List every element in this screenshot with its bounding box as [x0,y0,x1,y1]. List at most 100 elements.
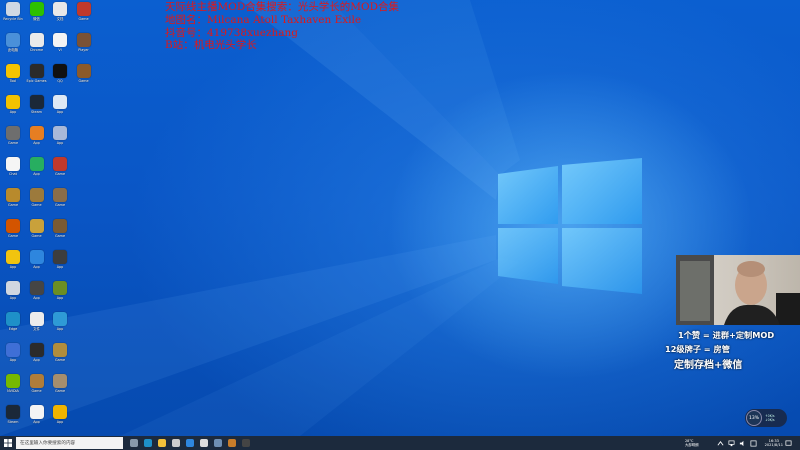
desktop-icon[interactable]: Game [1,219,25,249]
notification-icon[interactable] [785,440,792,447]
desktop-icon[interactable]: Game [25,219,49,249]
app-icon [6,2,20,16]
desktop-icon-label: App [33,358,40,362]
desktop-icon-label: NVIDIA [7,389,19,393]
desktop-icon[interactable]: Epic Games [25,64,49,94]
app-icon [29,405,44,419]
app-icon [53,64,67,78]
network-icon[interactable] [728,440,735,447]
desktop-icon[interactable]: Game [48,188,72,218]
desktop-icon[interactable]: Game [48,219,72,249]
desktop[interactable]: Recycle Bin 微信 文档 Game 此电脑 Chrome VI Player Tool… [0,0,800,436]
desktop-icon[interactable]: App [48,250,72,280]
desktop-icon[interactable]: App [25,343,49,373]
taskbar-search-input[interactable] [20,438,118,448]
desktop-icon[interactable]: Recycle Bin [1,2,25,32]
app-icon [53,312,67,326]
taskbar-app-app-blue[interactable] [183,436,197,450]
desktop-icon[interactable]: App [1,281,25,311]
desktop-icon[interactable]: Steam [25,95,49,125]
desktop-icon[interactable]: Game [1,188,25,218]
taskbar-app-steam[interactable] [197,436,211,450]
app-icon [29,250,44,264]
taskbar-app-task-view[interactable] [127,436,141,450]
desktop-icon[interactable]: Edge [1,312,25,342]
weather-widget[interactable]: 28°C 大部晴朗 [685,439,699,447]
promo-like-line: 1个赞 = 进群+定制MOD [678,330,775,340]
app-game-icon [228,439,236,447]
desktop-icon[interactable]: App [25,250,49,280]
desktop-icon[interactable]: Game [25,374,49,404]
desktop-icon[interactable]: Chrome [25,33,49,63]
desktop-icon[interactable]: App [25,281,49,311]
desktop-icon-label: Game [54,389,66,393]
taskbar-app-obs[interactable] [239,436,253,450]
desktop-icon[interactable]: Chat [1,157,25,187]
taskbar-search[interactable] [16,437,123,449]
app-icon [6,312,20,326]
taskbar-app-app-dark[interactable] [211,436,225,450]
desktop-icon-label: Game [7,141,19,145]
steam-icon [200,439,208,447]
taskbar-app-store[interactable] [169,436,183,450]
desktop-icon[interactable]: 微信 [25,2,49,32]
desktop-icon[interactable]: App [48,312,72,342]
desktop-icon[interactable]: Tool [1,64,25,94]
app-icon [6,343,20,357]
desktop-icon-label: Player [78,48,89,52]
desktop-icon[interactable]: Game [72,64,96,94]
app-icon [6,374,20,388]
desktop-icon[interactable]: App [48,95,72,125]
desktop-icon[interactable]: App [48,126,72,156]
stream-overlay-text: 天际线主播MOD合集搜索：光头学长的MOD合集 地图名：Milcana Atol… [165,1,399,52]
desktop-icon[interactable]: App [1,343,25,373]
overlay-douyin-id: 抖音号：419738xuezhang [165,26,299,39]
desktop-icon[interactable]: Player [72,33,96,63]
app-icon [53,33,67,47]
desktop-icon-label: 文档 [56,17,64,21]
desktop-icon[interactable]: VI [48,33,72,63]
chevron-up-icon[interactable] [717,440,724,447]
taskbar-app-app-game[interactable] [225,436,239,450]
desktop-icon[interactable]: Game [48,343,72,373]
desktop-icon[interactable]: App [1,95,25,125]
desktop-icon-label: Tool [9,79,17,83]
desktop-icon-label: App [56,110,64,114]
system-tray: 28°C 大部晴朗 16:33 2021/8/11 [685,436,800,450]
overlay-map-name: 地图名：Milcana Atoll Taxhaven Exile [165,13,362,26]
desktop-icon-label: App [9,358,17,362]
desktop-icon[interactable]: App [25,126,49,156]
desktop-icon[interactable]: App [25,157,49,187]
app-icon [6,405,20,419]
taskbar-app-edge[interactable] [141,436,155,450]
app-icon [53,95,67,109]
app-icon [53,281,67,295]
desktop-icon[interactable]: Game [72,2,96,32]
desktop-icon[interactable]: App [1,250,25,280]
app-icon [6,250,20,264]
desktop-icon[interactable]: App [48,281,72,311]
desktop-icon[interactable]: 此电脑 [1,33,25,63]
network-speed-widget[interactable]: 13% ↑0K/s ↓0K/s [745,409,787,427]
taskbar-clock[interactable]: 16:33 2021/8/11 [765,439,783,447]
desktop-icon[interactable]: Steam [1,405,25,435]
desktop-icon-label: Chrome [29,48,44,52]
desktop-icon[interactable]: Game [48,374,72,404]
desktop-icon[interactable]: 文件 [25,312,49,342]
taskbar-app-file-explorer[interactable] [155,436,169,450]
desktop-icon[interactable]: Game [1,126,25,156]
start-button[interactable] [0,436,16,450]
desktop-icon[interactable]: Game [25,188,49,218]
input-method-icon[interactable] [750,440,757,447]
desktop-icon-label: App [9,265,17,269]
volume-icon[interactable] [739,440,746,447]
app-icon [29,33,44,47]
desktop-icon[interactable]: App [48,405,72,435]
desktop-icon[interactable]: NVIDIA [1,374,25,404]
desktop-icon[interactable]: QQ [48,64,72,94]
desktop-icon[interactable]: App [25,405,49,435]
app-icon [6,64,20,78]
app-icon [53,250,67,264]
desktop-icon[interactable]: 文档 [48,2,72,32]
desktop-icon[interactable]: Game [48,157,72,187]
